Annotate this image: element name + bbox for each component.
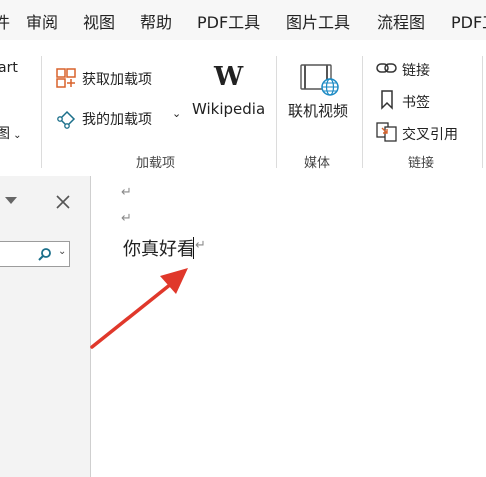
group-separator	[41, 56, 42, 168]
ribbon: art 图 ⌄ 获取加载项 我的加载项 ⌄ W Wikipedia 加载项 联机…	[0, 40, 486, 177]
document-body-text[interactable]: 你真好看	[123, 235, 195, 261]
menu-flowchart[interactable]: 流程图	[377, 9, 425, 33]
bookmark-icon	[381, 90, 393, 110]
close-icon[interactable]	[56, 195, 70, 209]
menu-picture-tools[interactable]: 图片工具	[286, 9, 350, 33]
paragraph-mark: ↵	[121, 211, 132, 226]
menu-pdf-more[interactable]: PDF工	[451, 9, 486, 33]
online-video-icon	[300, 64, 339, 96]
menu-review[interactable]: 审阅	[26, 9, 58, 33]
group-separator	[276, 56, 277, 168]
chevron-down-icon: ⌄	[10, 130, 22, 141]
navigation-pane	[0, 176, 90, 477]
menu-file[interactable]: 件	[0, 9, 10, 33]
search-options-chevron-icon[interactable]: ⌄	[58, 246, 66, 257]
paragraph-mark: ↵	[195, 238, 206, 253]
menu-pdf-tools[interactable]: PDF工具	[197, 9, 260, 33]
group-separator	[482, 56, 483, 168]
wikipedia-icon: W	[214, 62, 244, 92]
link-button[interactable]: 链接	[402, 60, 430, 80]
menu-bar: 件 审阅 视图 帮助 PDF工具 图片工具 流程图 PDF工	[0, 0, 486, 40]
my-addins-icon	[57, 110, 76, 129]
ribbon-partial-smartart[interactable]: art	[0, 60, 18, 76]
my-addins-dropdown-icon[interactable]: ⌄	[172, 107, 181, 120]
group-label-addins: 加载项	[136, 156, 176, 171]
search-icon[interactable]	[38, 247, 52, 261]
annotation-arrow-icon	[90, 268, 188, 349]
get-addins-button[interactable]: 获取加载项	[82, 69, 152, 89]
online-video-button[interactable]: 联机视频	[288, 100, 348, 121]
cross-reference-button[interactable]: 交叉引用	[402, 124, 458, 144]
pane-menu-icon[interactable]	[5, 197, 17, 205]
group-separator	[362, 56, 363, 168]
cross-reference-icon	[376, 122, 397, 142]
my-addins-button[interactable]: 我的加载项	[82, 109, 152, 129]
group-label-links: 链接	[408, 156, 435, 171]
menu-view[interactable]: 视图	[83, 9, 115, 33]
store-icon	[56, 68, 76, 88]
wikipedia-button[interactable]: Wikipedia	[192, 100, 265, 118]
paragraph-mark: ↵	[121, 185, 132, 200]
ribbon-partial-chart[interactable]: 图 ⌄	[0, 123, 22, 143]
group-label-media: 媒体	[304, 156, 331, 171]
link-icon	[376, 63, 397, 73]
menu-help[interactable]: 帮助	[140, 9, 172, 33]
text-cursor	[193, 237, 194, 259]
bookmark-button[interactable]: 书签	[402, 92, 430, 112]
